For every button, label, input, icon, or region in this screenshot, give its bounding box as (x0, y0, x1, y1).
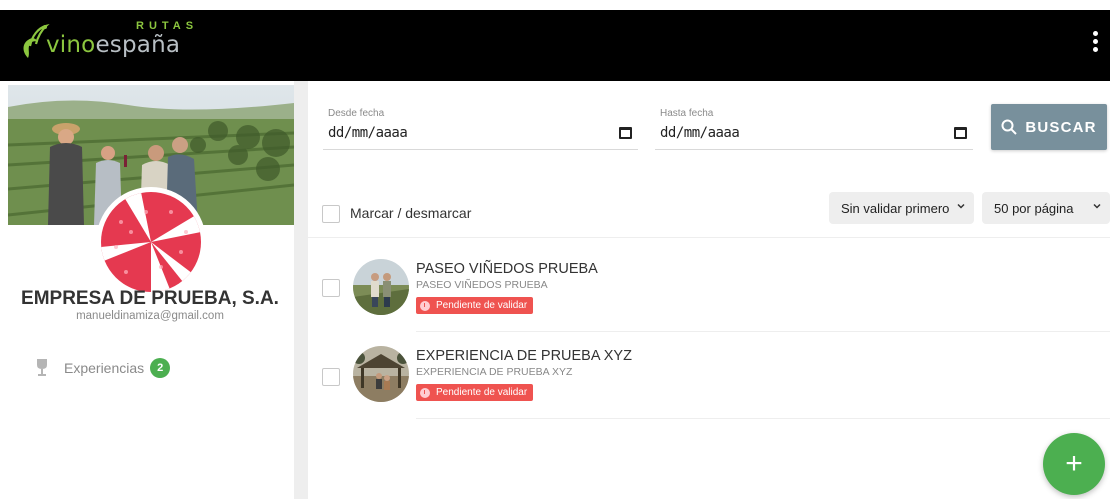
company-email: manueldinamiza@gmail.com (76, 310, 224, 322)
sort-select[interactable]: Sin validar primero (829, 192, 974, 224)
sidebar: EMPRESA DE PRUEBA, S.A. manueldinamiza@g… (0, 81, 294, 499)
chevron-down-icon (957, 203, 965, 209)
from-date-input[interactable]: dd/mm/aaaa (328, 125, 408, 141)
status-badge: Pendiente de validar (416, 384, 534, 401)
status-badge: Pendiente de validar (416, 297, 534, 314)
to-date-input[interactable]: dd/mm/aaaa (660, 125, 740, 141)
top-margin (0, 0, 1110, 10)
item-divider (416, 331, 1110, 332)
sort-select-value: Sin validar primero (841, 200, 950, 216)
company-avatar[interactable] (96, 187, 206, 297)
clock-icon (420, 387, 430, 398)
wine-glass-icon (37, 359, 47, 376)
item-title[interactable]: PASEO VIÑEDOS PRUEBA (416, 261, 598, 277)
chevron-down-icon (1093, 203, 1101, 209)
list-header-divider (308, 237, 1110, 238)
brand-rutas: RUTAS (136, 20, 199, 32)
item-checkbox[interactable] (322, 368, 340, 386)
status-badge-label: Pendiente de validar (436, 300, 528, 311)
company-name: EMPRESA DE PRUEBA, S.A. (21, 288, 279, 309)
from-date-label: Desde fecha (328, 108, 385, 119)
from-date-field[interactable]: Desde fecha dd/mm/aaaa (323, 102, 638, 150)
more-options-icon[interactable] (1088, 31, 1102, 61)
item-subtitle: EXPERIENCIA DE PRUEBA XYZ (416, 366, 573, 378)
avatar-pattern-image (101, 192, 201, 292)
search-button-label: BUSCAR (1025, 118, 1097, 136)
brand-vino: vino (46, 32, 96, 58)
page-size-select-value: 50 por página (994, 200, 1074, 216)
calendar-icon[interactable] (954, 127, 967, 139)
calendar-icon[interactable] (619, 127, 632, 139)
clock-icon (420, 300, 430, 311)
search-button[interactable]: BUSCAR (991, 104, 1107, 150)
to-date-label: Hasta fecha (660, 108, 714, 119)
brand-logo[interactable]: RUTAS vinoespaña (18, 20, 208, 62)
item-thumbnail[interactable] (353, 346, 409, 402)
brand-wordmark: vinoespaña (46, 32, 180, 58)
page-size-select[interactable]: 50 por página (982, 192, 1110, 224)
item-subtitle: PASEO VIÑEDOS PRUEBA (416, 279, 548, 291)
sidebar-item-label: Experiencias (64, 360, 145, 376)
item-thumbnail-image (353, 259, 409, 315)
top-bar: RUTAS vinoespaña (0, 10, 1110, 81)
search-icon (1001, 119, 1018, 135)
item-checkbox[interactable] (322, 279, 340, 297)
status-badge-label: Pendiente de validar (436, 387, 528, 398)
item-title[interactable]: EXPERIENCIA DE PRUEBA XYZ (416, 348, 632, 364)
select-all-checkbox[interactable] (322, 205, 340, 223)
sidebar-item-experiencias[interactable]: Experiencias 2 (36, 357, 171, 379)
item-divider (416, 418, 1110, 419)
experiences-count-badge: 2 (150, 358, 171, 378)
add-experience-button[interactable]: + (1043, 433, 1105, 495)
item-thumbnail-image (353, 346, 409, 402)
item-thumbnail[interactable] (353, 259, 409, 315)
brand-espana: españa (95, 32, 181, 58)
sidebar-divider (294, 81, 308, 499)
select-all-label: Marcar / desmarcar (350, 205, 472, 221)
to-date-field[interactable]: Hasta fecha dd/mm/aaaa (655, 102, 973, 150)
